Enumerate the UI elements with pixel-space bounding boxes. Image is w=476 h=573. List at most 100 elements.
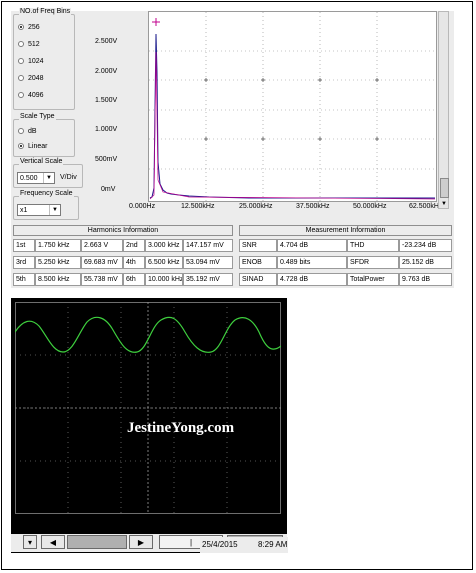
plot-grid-crosses	[204, 78, 379, 141]
x-tick-label: 25.000kHz	[239, 203, 273, 210]
scope-position-track[interactable]	[67, 535, 127, 549]
spectrum-trace-secondary	[149, 51, 436, 200]
y-tick-label: 2.500V	[95, 38, 118, 45]
frequency-scale-group: Frequency Scale x1 ▼	[13, 190, 79, 220]
radio-icon[interactable]	[18, 58, 24, 64]
harmonic-amplitude: 147.157 mV	[183, 239, 233, 252]
measurement-value: 4.728 dB	[277, 273, 347, 286]
scale-type-option-linear[interactable]: Linear	[18, 140, 47, 152]
freq-bins-option-label: 2048	[28, 74, 44, 82]
scale-type-group: Scale Type dB Linear	[13, 113, 75, 157]
scope-center-axes	[15, 302, 281, 514]
x-tick-label: 12.500kHz	[181, 203, 215, 210]
harmonics-header: Harmonics Information	[13, 225, 233, 236]
radio-selected-icon[interactable]	[18, 143, 24, 149]
frequency-scale-value: x1	[20, 206, 28, 214]
plot-grid	[149, 12, 436, 201]
measurement-label: SINAD	[239, 273, 277, 286]
harmonic-order: 4th	[123, 256, 145, 269]
scale-type-option-label: dB	[28, 127, 37, 135]
measurement-value: 0.489 bits	[277, 256, 347, 269]
measurement-label: ENOB	[239, 256, 277, 269]
harmonic-frequency: 10.000 kHz	[145, 273, 183, 286]
vertical-scale-group: Vertical Scale 0.500 ▼ V/Div	[13, 158, 83, 188]
freq-bins-title: NO.of Freq Bins	[19, 8, 72, 15]
freq-bins-option-1024[interactable]: 1024	[18, 55, 44, 67]
harmonic-frequency: 3.000 kHz	[145, 239, 183, 252]
frequency-scale-select[interactable]: x1 ▼	[17, 204, 61, 216]
freq-bins-option-512[interactable]: 512	[18, 38, 40, 50]
taskbar-time: 8:29 AM	[258, 540, 288, 549]
play-icon: ▶	[137, 537, 145, 547]
x-tick-label: 37.500kHz	[296, 203, 330, 210]
scope-forward-button[interactable]: ▶	[129, 535, 153, 549]
spectrum-analyzer-panel: NO.of Freq Bins 256 512 1024 2048 4096 S…	[11, 8, 454, 288]
frequency-scale-title: Frequency Scale	[19, 190, 74, 197]
rewind-icon: ◀	[49, 537, 57, 547]
harmonic-order: 5th	[13, 273, 35, 286]
radio-icon[interactable]	[18, 75, 24, 81]
freq-bins-option-4096[interactable]: 4096	[18, 89, 44, 101]
harmonic-frequency: 8.500 kHz	[35, 273, 81, 286]
radio-icon[interactable]	[18, 92, 24, 98]
x-tick-label: 50.000kHz	[353, 203, 387, 210]
measurement-label: TotalPower	[347, 273, 399, 286]
scroll-down-icon[interactable]: ▼	[441, 201, 447, 207]
taskbar-date: 25/4/2015	[202, 540, 238, 549]
chevron-down-icon: ▾	[27, 537, 32, 547]
harmonic-amplitude: 2.663 V	[81, 239, 123, 252]
harmonic-frequency: 6.500 kHz	[145, 256, 183, 269]
radio-selected-icon[interactable]	[18, 24, 24, 30]
plot-scrollbar[interactable]: ▼	[438, 11, 449, 209]
harmonic-amplitude: 53.094 mV	[183, 256, 233, 269]
harmonic-amplitude: 69.683 mV	[81, 256, 123, 269]
measurement-header: Measurement Information	[239, 225, 452, 236]
oscilloscope-panel: JestineYong.com	[11, 298, 287, 553]
radio-icon[interactable]	[18, 41, 24, 47]
measurement-value: 4.704 dB	[277, 239, 347, 252]
scope-screen[interactable]	[15, 302, 281, 514]
scope-rewind-button[interactable]: ◀	[41, 535, 65, 549]
measurement-label: THD	[347, 239, 399, 252]
harmonic-amplitude: 35.192 mV	[183, 273, 233, 286]
scrollbar-thumb[interactable]	[440, 178, 449, 198]
scale-type-option-db[interactable]: dB	[18, 125, 37, 137]
measurement-value: 9.763 dB	[399, 273, 452, 286]
radio-icon[interactable]	[18, 128, 24, 134]
freq-bins-option-256[interactable]: 256	[18, 21, 40, 33]
harmonic-amplitude: 55.738 mV	[81, 273, 123, 286]
y-tick-label: 2.000V	[95, 68, 118, 75]
y-tick-label: 1.500V	[95, 97, 118, 104]
vertical-scale-title: Vertical Scale	[19, 158, 64, 165]
x-tick-label: 0.000Hz	[129, 203, 156, 210]
vertical-scale-unit: V/Div	[60, 174, 77, 181]
harmonic-order: 1st	[13, 239, 35, 252]
measurement-label: SFDR	[347, 256, 399, 269]
y-tick-label: 0mV	[101, 186, 116, 193]
harmonic-frequency: 1.750 kHz	[35, 239, 81, 252]
vertical-scale-select[interactable]: 0.500 ▼	[17, 172, 55, 184]
harmonic-order: 6th	[123, 273, 145, 286]
measurement-label: SNR	[239, 239, 277, 252]
y-tick-label: 500mV	[95, 156, 118, 163]
measurement-value: 25.152 dB	[399, 256, 452, 269]
freq-bins-option-label: 256	[28, 23, 40, 31]
harmonic-order: 3rd	[13, 256, 35, 269]
spectrum-plot[interactable]	[148, 11, 437, 202]
freq-bins-group: NO.of Freq Bins 256 512 1024 2048 4096	[13, 8, 75, 110]
spectrum-trace	[149, 33, 435, 199]
scope-dropdown-button[interactable]: ▾	[23, 535, 37, 549]
harmonic-order: 2nd	[123, 239, 145, 252]
freq-bins-option-label: 512	[28, 40, 40, 48]
harmonic-frequency: 5.250 kHz	[35, 256, 81, 269]
chevron-down-icon[interactable]: ▼	[43, 173, 54, 183]
y-tick-label: 1.000V	[95, 126, 118, 133]
measurement-value: -23.234 dB	[399, 239, 452, 252]
freq-bins-option-2048[interactable]: 2048	[18, 72, 44, 84]
scale-type-title: Scale Type	[19, 113, 56, 120]
spectrum-plot-svg	[149, 12, 436, 201]
taskbar-clock: 25/4/2015 8:29 AM	[200, 537, 288, 553]
chevron-down-icon[interactable]: ▼	[49, 205, 60, 215]
slider-thumb-icon[interactable]: |	[190, 538, 192, 547]
watermark-text: JestineYong.com	[127, 420, 235, 436]
